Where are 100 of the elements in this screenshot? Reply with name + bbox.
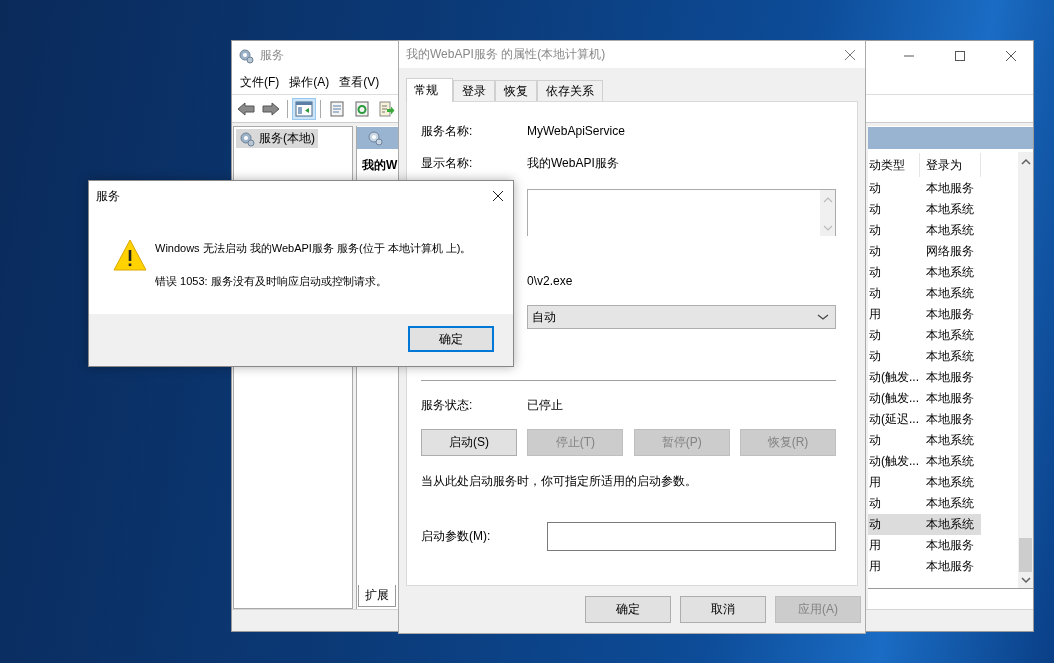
table-cell-text: 本地服务 <box>925 537 975 554</box>
list-row[interactable]: 动 本地系统 <box>868 493 981 514</box>
table-cell-text: 本地服务 <box>925 411 975 428</box>
gear-icon <box>239 130 255 147</box>
close-icon <box>492 190 504 202</box>
window-title: 服务 <box>96 187 120 205</box>
menu-item[interactable]: 文件(F) <box>238 71 282 93</box>
table-cell-text: 网络服务 <box>925 243 975 260</box>
gear-icon <box>238 47 254 64</box>
table-cell-text: 本地服务 <box>925 558 975 575</box>
input-field[interactable] <box>547 522 836 551</box>
startup-type-dropdown[interactable]: 自动 <box>527 305 836 329</box>
scroll-down-icon[interactable] <box>1020 576 1031 584</box>
table-cell-text: 动 <box>868 243 882 260</box>
maximize-icon <box>953 49 966 62</box>
tab[interactable]: 常规 <box>406 78 453 102</box>
list-row[interactable]: 动 本地系统 <box>868 325 981 346</box>
table-cell-text: 动 <box>868 222 882 239</box>
list-row[interactable]: 用 本地服务 <box>868 535 981 556</box>
menu-item[interactable]: 查看(V) <box>337 71 382 93</box>
table-cell-text: 动 <box>868 327 882 344</box>
table-cell-text: 本地系统 <box>925 222 975 239</box>
table-cell-text: 用 <box>868 537 882 554</box>
service-control-button[interactable]: 启动(S) <box>421 429 517 456</box>
error-detail: 错误 1053: 服务没有及时响应启动或控制请求。 <box>155 274 388 289</box>
table-cell-text: 本地服务 <box>925 369 975 386</box>
table-cell-text: 本地系统 <box>925 327 975 344</box>
close-icon <box>844 48 856 61</box>
list-row[interactable]: 动 本地系统 <box>868 220 981 241</box>
table-cell-text: 本地系统 <box>925 348 975 365</box>
gear-icon <box>367 130 383 146</box>
column-header[interactable]: 登录为 <box>920 153 981 177</box>
scroll-up-icon[interactable] <box>1020 158 1031 166</box>
scroll-thumb[interactable] <box>1019 538 1032 572</box>
table-cell-text: 动 <box>868 516 882 533</box>
list-row[interactable]: 动(触发... 本地系统 <box>868 451 981 472</box>
list-row[interactable]: 动 本地系统 <box>868 283 981 304</box>
list-row[interactable]: 用 本地服务 <box>868 556 981 577</box>
list-row[interactable]: 动 本地系统 <box>868 346 981 367</box>
table-cell-text: 本地系统 <box>925 495 975 512</box>
list-row[interactable]: 动 本地系统 <box>868 514 981 535</box>
list-row[interactable]: 动 本地系统 <box>868 199 981 220</box>
field-label: 服务状态: <box>421 396 474 414</box>
table-cell: 动(触发... <box>868 453 920 470</box>
executable-path: 0\v2.exe <box>527 274 573 288</box>
service-name-heading: 我的W <box>361 157 399 174</box>
caret-icon <box>817 313 829 321</box>
field-label: 显示名称: <box>421 154 474 172</box>
table-cell-text: 本地系统 <box>925 432 975 449</box>
table-cell-text: 动 <box>868 348 882 365</box>
window-title: 服务 <box>260 47 284 64</box>
hint-text: 当从此处启动服务时，你可指定所适用的启动参数。 <box>421 473 698 490</box>
table-cell-text: 动 <box>868 432 882 449</box>
table-cell-text: 本地系统 <box>925 285 975 302</box>
table-cell-text: 动 <box>868 264 882 281</box>
field-value: 我的WebAPI服务 <box>527 154 619 172</box>
error-message: Windows 无法启动 我的WebAPI服务 服务(位于 本地计算机 上)。 <box>155 241 472 256</box>
table-cell: 动(触发... <box>868 390 920 407</box>
view-tab[interactable]: 扩展 <box>358 585 396 607</box>
table-cell-text: 本地系统 <box>925 201 975 218</box>
tree-item[interactable]: 服务(本地) <box>236 129 318 148</box>
list-row[interactable]: 用 本地系统 <box>868 472 981 493</box>
field-value: MyWebApiService <box>527 124 625 138</box>
scrollbar[interactable] <box>1018 152 1033 588</box>
table-cell-text: 用 <box>868 306 882 323</box>
table-cell-text: 本地服务 <box>925 180 975 197</box>
list-row[interactable]: 动(触发... 本地服务 <box>868 367 981 388</box>
table-cell-text: 动 <box>868 285 882 302</box>
column-header[interactable]: 动类型 <box>868 153 920 177</box>
list-row[interactable]: 用 本地服务 <box>868 304 981 325</box>
dialog-button[interactable]: 确定 <box>585 596 671 623</box>
tab[interactable]: 恢复 <box>495 80 537 101</box>
list-row[interactable]: 动(延迟... 本地服务 <box>868 409 981 430</box>
list-row[interactable]: 动 本地系统 <box>868 262 981 283</box>
table-cell-text: 本地系统 <box>925 474 975 491</box>
dialog-button[interactable]: 取消 <box>680 596 766 623</box>
close-icon <box>1004 49 1017 62</box>
table-cell-text: 用 <box>868 558 882 575</box>
service-status: 已停止 <box>527 396 563 414</box>
tab[interactable]: 依存关系 <box>537 80 603 101</box>
table-cell-text: 动 <box>868 495 882 512</box>
table-cell-text: 本地服务 <box>925 306 975 323</box>
table-cell-text: 本地系统 <box>925 453 975 470</box>
field-label: 启动参数(M): <box>421 528 492 545</box>
list-row[interactable]: 动 本地系统 <box>868 430 981 451</box>
ok-button[interactable]: 确定 <box>408 326 494 352</box>
table-cell-text: 用 <box>868 474 882 491</box>
window-title: 我的WebAPI服务 的属性(本地计算机) <box>406 46 606 63</box>
table-cell-text: 本地服务 <box>925 390 975 407</box>
list-row[interactable]: 动 网络服务 <box>868 241 981 262</box>
table-cell: 动(触发... <box>868 369 920 386</box>
show-tree-button[interactable] <box>292 97 316 120</box>
menu-item[interactable]: 操作(A) <box>287 71 332 93</box>
tab[interactable]: 登录 <box>453 80 495 101</box>
tree-label: 服务(本地) <box>259 130 315 147</box>
table-cell-text: 本地系统 <box>925 264 975 281</box>
table-cell-text: 动 <box>868 180 882 197</box>
list-row[interactable]: 动(触发... 本地服务 <box>868 388 981 409</box>
list-row[interactable]: 动 本地服务 <box>868 178 981 199</box>
field-label: 服务名称: <box>421 122 474 140</box>
